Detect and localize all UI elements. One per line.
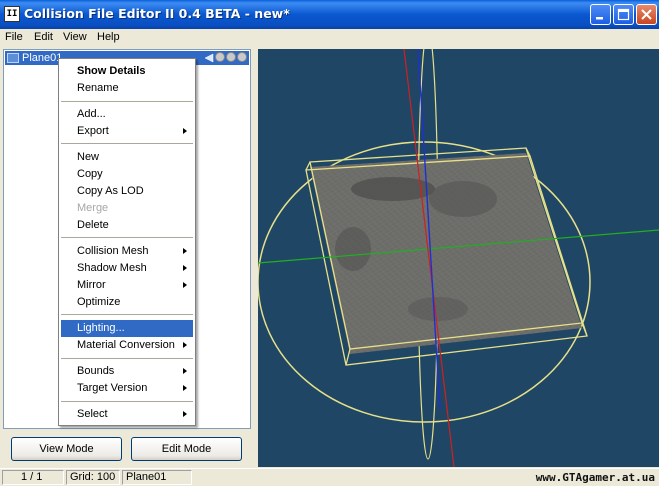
submenu-arrow-icon xyxy=(183,411,187,417)
menu-separator xyxy=(61,358,193,359)
menu-item-label: Add... xyxy=(77,108,106,120)
menu-item-label: Select xyxy=(77,408,108,420)
menu-item-label: Merge xyxy=(77,202,109,214)
view-mode-button[interactable]: View Mode xyxy=(11,437,122,461)
menu-item-label: Target Version xyxy=(77,382,148,394)
menu-item-label: Collision Mesh xyxy=(77,245,149,257)
menu-item-label: Material Conversion xyxy=(77,339,175,351)
menu-item-target-version[interactable]: Target Version xyxy=(61,380,193,397)
close-button[interactable] xyxy=(636,4,657,25)
menu-edit[interactable]: Edit xyxy=(34,31,53,43)
menu-item-label: New xyxy=(77,151,100,163)
menu-item-label: Copy xyxy=(77,168,103,180)
menu-item-label: Delete xyxy=(77,219,109,231)
submenu-arrow-icon xyxy=(183,282,187,288)
maximize-button[interactable] xyxy=(613,4,634,25)
triangle-icon xyxy=(204,53,214,63)
app-icon: II xyxy=(4,6,20,22)
menu-item-label: Shadow Mesh xyxy=(77,262,147,274)
scene-canvas xyxy=(258,49,659,467)
submenu-arrow-icon xyxy=(183,368,187,374)
menu-item-select[interactable]: Select xyxy=(61,406,193,423)
menu-item-optimize[interactable]: Optimize xyxy=(61,294,193,311)
menu-separator xyxy=(61,237,193,238)
3d-viewport[interactable] xyxy=(258,49,659,467)
menu-item-show-details[interactable]: Show Details xyxy=(61,63,193,80)
menu-item-label: Copy As LOD xyxy=(77,185,144,197)
menu-item-label: Lighting... xyxy=(77,322,125,334)
menu-item-export[interactable]: Export xyxy=(61,123,193,140)
menu-help[interactable]: Help xyxy=(97,31,120,43)
menu-item-label: Show Details xyxy=(77,65,146,77)
shadow-toggle-icon[interactable] xyxy=(226,52,236,62)
menu-item-label: Rename xyxy=(77,82,119,94)
bounds-toggle-icon[interactable] xyxy=(237,52,247,62)
menu-item-rename[interactable]: Rename xyxy=(61,80,193,97)
minimize-button[interactable] xyxy=(590,4,611,25)
menu-separator xyxy=(61,401,193,402)
status-bar: 1 / 1 Grid: 100 Plane01 www.GTAgamer.at.… xyxy=(0,468,659,486)
minimize-icon xyxy=(596,17,603,20)
menu-separator xyxy=(61,101,193,102)
menu-file[interactable]: File xyxy=(5,31,23,43)
menu-item-delete[interactable]: Delete xyxy=(61,217,193,234)
menu-item-add[interactable]: Add... xyxy=(61,106,193,123)
menu-separator xyxy=(61,143,193,144)
status-object-count: 1 / 1 xyxy=(2,470,64,485)
menu-item-mirror[interactable]: Mirror xyxy=(61,277,193,294)
maximize-icon xyxy=(617,8,630,21)
menu-item-copy[interactable]: Copy xyxy=(61,166,193,183)
title-bar: II Collision File Editor II 0.4 BETA - n… xyxy=(0,0,659,29)
menu-item-material-conversion[interactable]: Material Conversion xyxy=(61,337,193,354)
close-icon xyxy=(641,9,652,20)
menu-item-label: Mirror xyxy=(77,279,106,291)
submenu-arrow-icon xyxy=(183,385,187,391)
menu-item-label: Bounds xyxy=(77,365,115,377)
menu-item-new[interactable]: New xyxy=(61,149,193,166)
window-title: Collision File Editor II 0.4 BETA - new* xyxy=(24,6,290,21)
menu-item-copy-as-lod[interactable]: Copy As LOD xyxy=(61,183,193,200)
menu-separator xyxy=(61,314,193,315)
context-menu: Show Details Rename Add... Export New Copy Cop… xyxy=(58,58,196,426)
submenu-arrow-icon xyxy=(183,128,187,134)
mesh-icon xyxy=(7,53,19,63)
menu-item-merge: Merge xyxy=(61,200,193,217)
status-grid: Grid: 100 xyxy=(66,470,120,485)
status-selected-object: Plane01 xyxy=(122,470,192,485)
tree-item-label: Plane01 xyxy=(22,52,63,64)
edit-mode-button[interactable]: Edit Mode xyxy=(131,437,242,461)
submenu-arrow-icon xyxy=(183,265,187,271)
watermark: www.GTAgamer.at.ua xyxy=(535,471,655,484)
menu-item-collision-mesh[interactable]: Collision Mesh xyxy=(61,243,193,260)
tree-item-tools xyxy=(204,52,247,64)
submenu-arrow-icon xyxy=(183,248,187,254)
menu-item-shadow-mesh[interactable]: Shadow Mesh xyxy=(61,260,193,277)
submenu-arrow-icon xyxy=(183,342,187,348)
menu-item-label: Export xyxy=(77,125,109,137)
menu-item-lighting[interactable]: Lighting... xyxy=(61,320,193,337)
menu-item-bounds[interactable]: Bounds xyxy=(61,363,193,380)
menu-view[interactable]: View xyxy=(63,31,87,43)
menu-bar: File Edit View Help xyxy=(0,29,659,47)
visibility-toggle-icon[interactable] xyxy=(215,52,225,62)
menu-item-label: Optimize xyxy=(77,296,121,308)
